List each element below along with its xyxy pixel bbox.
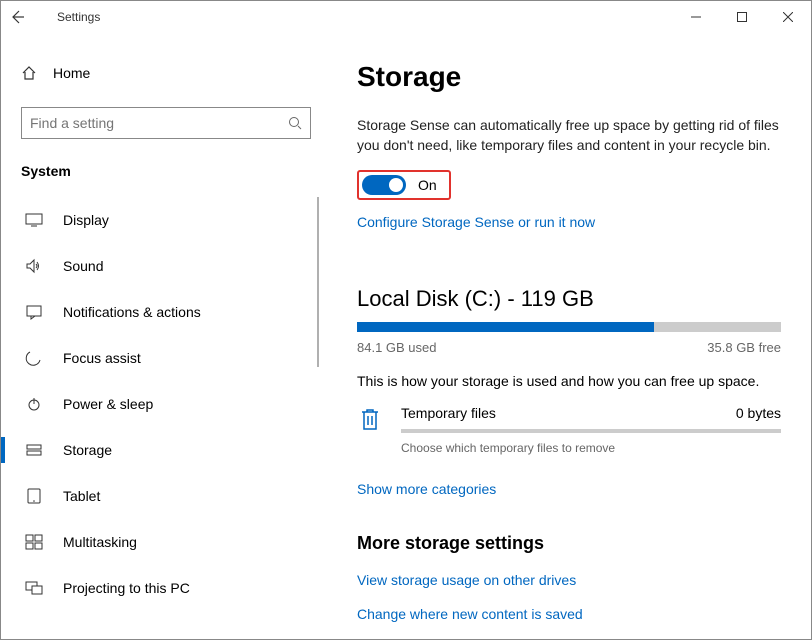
nav-label: Display bbox=[63, 212, 109, 228]
sound-icon bbox=[25, 257, 43, 275]
display-icon bbox=[25, 211, 43, 229]
nav-label: Notifications & actions bbox=[63, 304, 201, 320]
change-save-location-link[interactable]: Change where new content is saved bbox=[357, 606, 781, 622]
temporary-files-row[interactable]: Temporary files 0 bytes Choose which tem… bbox=[357, 405, 781, 455]
nav-label: Sound bbox=[63, 258, 103, 274]
storage-sense-description: Storage Sense can automatically free up … bbox=[357, 115, 781, 156]
temp-files-label: Temporary files bbox=[401, 405, 496, 421]
disk-free-label: 35.8 GB free bbox=[707, 340, 781, 355]
maximize-button[interactable] bbox=[719, 1, 765, 33]
window-title: Settings bbox=[57, 10, 100, 24]
nav-tablet[interactable]: Tablet bbox=[21, 473, 311, 519]
home-nav[interactable]: Home bbox=[21, 53, 311, 93]
close-button[interactable] bbox=[765, 1, 811, 33]
toggle-knob bbox=[389, 178, 403, 192]
multitasking-icon bbox=[25, 533, 43, 551]
page-title: Storage bbox=[357, 61, 781, 93]
usage-description: This is how your storage is used and how… bbox=[357, 373, 781, 389]
trash-icon bbox=[357, 405, 383, 431]
nav-storage[interactable]: Storage bbox=[21, 427, 311, 473]
search-icon bbox=[288, 116, 302, 130]
search-input[interactable] bbox=[30, 115, 288, 131]
nav-scrollbar[interactable] bbox=[317, 197, 319, 367]
configure-storage-sense-link[interactable]: Configure Storage Sense or run it now bbox=[357, 214, 595, 230]
nav-list: Display Sound Notifications & actions bbox=[21, 197, 311, 611]
temp-files-sub: Choose which temporary files to remove bbox=[401, 441, 781, 455]
nav-label: Power & sleep bbox=[63, 396, 153, 412]
disk-title: Local Disk (C:) - 119 GB bbox=[357, 286, 781, 312]
storage-sense-toggle[interactable] bbox=[362, 175, 406, 195]
view-other-drives-link[interactable]: View storage usage on other drives bbox=[357, 572, 781, 588]
show-more-categories-link[interactable]: Show more categories bbox=[357, 481, 496, 497]
nav-display[interactable]: Display bbox=[21, 197, 311, 243]
tablet-icon bbox=[25, 487, 43, 505]
disk-used-segment bbox=[357, 322, 654, 332]
section-label: System bbox=[21, 163, 311, 179]
notifications-icon bbox=[25, 303, 43, 321]
nav-projecting[interactable]: Projecting to this PC bbox=[21, 565, 311, 611]
storage-sense-toggle-highlight: On bbox=[357, 170, 451, 200]
nav-label: Focus assist bbox=[63, 350, 141, 366]
disk-usage-bar bbox=[357, 322, 781, 332]
nav-power-sleep[interactable]: Power & sleep bbox=[21, 381, 311, 427]
nav-notifications[interactable]: Notifications & actions bbox=[21, 289, 311, 335]
home-icon bbox=[21, 65, 37, 81]
minimize-button[interactable] bbox=[673, 1, 719, 33]
nav-focus-assist[interactable]: Focus assist bbox=[21, 335, 311, 381]
home-label: Home bbox=[53, 65, 90, 81]
more-settings-title: More storage settings bbox=[357, 533, 781, 554]
nav-label: Multitasking bbox=[63, 534, 137, 550]
temp-files-bar bbox=[401, 429, 781, 433]
toggle-state-label: On bbox=[418, 177, 437, 193]
projecting-icon bbox=[25, 579, 43, 597]
power-icon bbox=[25, 395, 43, 413]
nav-sound[interactable]: Sound bbox=[21, 243, 311, 289]
nav-label: Storage bbox=[63, 442, 112, 458]
nav-label: Tablet bbox=[63, 488, 100, 504]
back-button[interactable] bbox=[9, 9, 49, 25]
focus-assist-icon bbox=[25, 349, 43, 367]
nav-multitasking[interactable]: Multitasking bbox=[21, 519, 311, 565]
search-box[interactable] bbox=[21, 107, 311, 139]
temp-files-size: 0 bytes bbox=[736, 405, 781, 421]
disk-used-label: 84.1 GB used bbox=[357, 340, 437, 355]
storage-icon bbox=[25, 441, 43, 459]
nav-label: Projecting to this PC bbox=[63, 580, 190, 596]
